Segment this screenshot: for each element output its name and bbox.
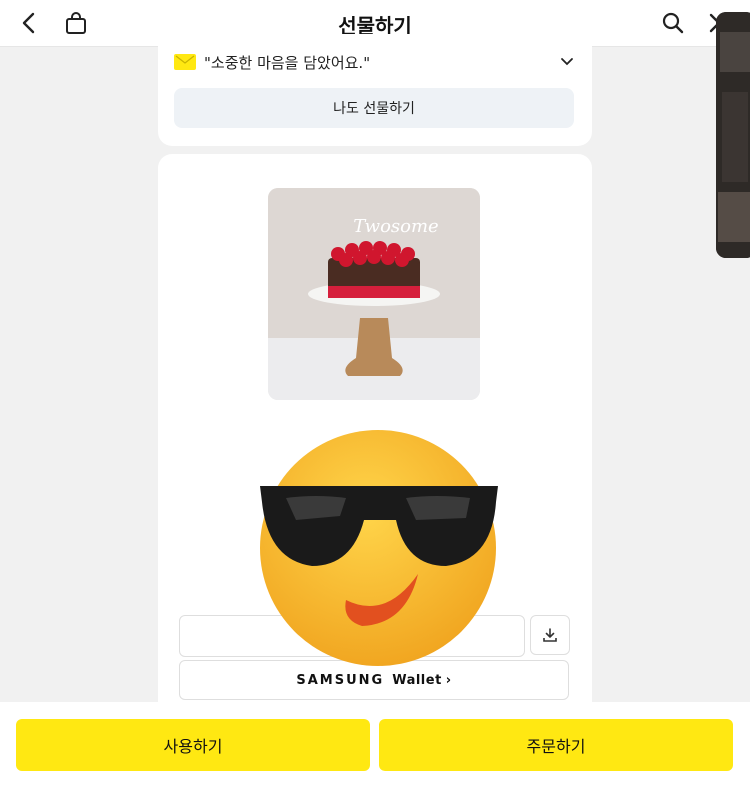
search-icon[interactable] bbox=[658, 8, 688, 38]
product-image: Twosome bbox=[268, 188, 480, 400]
chevron-down-icon[interactable] bbox=[560, 52, 574, 71]
download-icon[interactable] bbox=[530, 615, 570, 655]
sunglasses-emoji-sticker bbox=[256, 420, 502, 670]
chevron-right-icon: › bbox=[445, 672, 452, 688]
use-button[interactable]: 사용하기 bbox=[16, 719, 370, 771]
gift-message: "소중한 마음을 담았어요." bbox=[204, 53, 371, 72]
side-thumbnail[interactable] bbox=[716, 12, 750, 258]
order-button[interactable]: 주문하기 bbox=[379, 719, 733, 771]
bottom-action-bar: 사용하기 주문하기 bbox=[0, 702, 750, 788]
message-card: "소중한 마음을 담았어요." 나도 선물하기 bbox=[158, 34, 592, 146]
samsung-brand: SAMSUNG bbox=[296, 672, 385, 688]
envelope-icon bbox=[174, 54, 196, 70]
brand-logo-text: Twosome bbox=[353, 216, 438, 237]
wallet-label: Wallet bbox=[392, 672, 442, 688]
message-row[interactable]: "소중한 마음을 담았어요." bbox=[174, 50, 576, 74]
me-too-gift-button[interactable]: 나도 선물하기 bbox=[174, 88, 574, 128]
